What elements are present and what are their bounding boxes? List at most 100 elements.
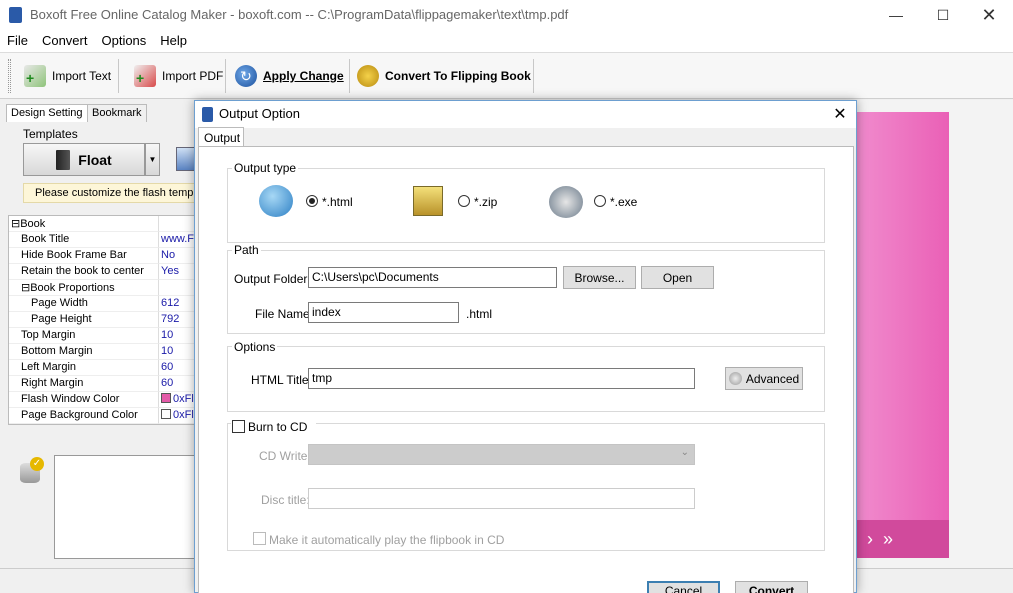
radio-exe-label: *.exe bbox=[610, 195, 637, 209]
import-pdf-label: Import PDF bbox=[162, 69, 223, 83]
burn-cd-checkbox[interactable] bbox=[232, 420, 245, 433]
tab-output[interactable]: Output bbox=[198, 127, 244, 147]
import-pdf-button[interactable]: + Import PDF bbox=[134, 59, 223, 93]
property-row[interactable]: ⊟Book bbox=[9, 216, 199, 232]
property-row[interactable]: Book Titlewww.F bbox=[9, 232, 199, 248]
dialog-app-icon bbox=[202, 107, 213, 122]
html-title-input[interactable]: tmp bbox=[308, 368, 695, 389]
property-value[interactable] bbox=[159, 216, 199, 232]
template-dropdown-button[interactable]: ▼ bbox=[145, 143, 160, 176]
menu-file[interactable]: File bbox=[0, 30, 35, 52]
property-value[interactable]: 792 bbox=[159, 312, 199, 328]
toolbar: + Import Text + Import PDF ↻ Apply Chang… bbox=[0, 52, 1013, 99]
property-key: Right Margin bbox=[9, 376, 159, 392]
property-value[interactable]: 10 bbox=[159, 344, 199, 360]
property-value[interactable]: 10 bbox=[159, 328, 199, 344]
open-button[interactable]: Open bbox=[641, 266, 714, 289]
tab-design-setting[interactable]: Design Setting bbox=[6, 104, 88, 122]
advanced-label: Advanced bbox=[746, 372, 799, 386]
menu-help[interactable]: Help bbox=[153, 30, 194, 52]
property-key: Hide Book Frame Bar bbox=[9, 248, 159, 264]
property-row[interactable]: Top Margin10 bbox=[9, 328, 199, 344]
refresh-icon: ↻ bbox=[235, 65, 257, 87]
property-value[interactable]: Yes bbox=[159, 264, 199, 280]
import-text-label: Import Text bbox=[52, 69, 111, 83]
property-row[interactable]: Page Width612 bbox=[9, 296, 199, 312]
browse-button[interactable]: Browse... bbox=[563, 266, 636, 289]
close-window-button[interactable]: ✕ bbox=[966, 0, 1012, 30]
property-value[interactable]: www.F bbox=[159, 232, 199, 248]
output-folder-input[interactable]: C:\Users\pc\Documents bbox=[308, 267, 557, 288]
import-text-button[interactable]: + Import Text bbox=[24, 59, 111, 93]
property-value[interactable]: 0xFl bbox=[159, 392, 199, 408]
radio-html-label[interactable]: *.html bbox=[322, 195, 353, 209]
toolbar-separator bbox=[118, 59, 119, 93]
radio-exe[interactable] bbox=[594, 195, 606, 207]
property-row[interactable]: Flash Window Color0xFl bbox=[9, 392, 199, 408]
autoplay-checkbox[interactable] bbox=[253, 532, 266, 545]
property-value[interactable] bbox=[159, 280, 199, 296]
dialog-body: Output type *.html *.zip *.exe Path Outp… bbox=[198, 146, 854, 593]
property-key: Top Margin bbox=[9, 328, 159, 344]
property-key: ⊟Book bbox=[9, 216, 159, 232]
property-row[interactable]: Bottom Margin10 bbox=[9, 344, 199, 360]
property-value[interactable]: 0xFl bbox=[159, 408, 199, 424]
property-row[interactable]: Page Height792 bbox=[9, 312, 199, 328]
property-value[interactable]: 60 bbox=[159, 360, 199, 376]
property-key: Page Width bbox=[9, 296, 159, 312]
property-row[interactable]: ⊟Book Proportions bbox=[9, 280, 199, 296]
template-float-button[interactable]: Float bbox=[23, 143, 145, 176]
property-key: Page Height bbox=[9, 312, 159, 328]
title-bar: Boxoft Free Online Catalog Maker - boxof… bbox=[0, 0, 1013, 30]
property-row[interactable]: Right Margin60 bbox=[9, 376, 199, 392]
property-value[interactable]: 60 bbox=[159, 376, 199, 392]
autoplay-label: Make it automatically play the flipbook … bbox=[269, 533, 504, 547]
property-key: Book Title bbox=[9, 232, 159, 248]
property-key: ⊟Book Proportions bbox=[9, 280, 159, 296]
cd-writer-select[interactable]: ⌄ bbox=[308, 444, 695, 465]
file-extension: .html bbox=[466, 307, 492, 321]
advanced-icon bbox=[729, 372, 742, 385]
convert-flipping-book-button[interactable]: Convert To Flipping Book bbox=[357, 59, 531, 93]
tab-bookmark[interactable]: Bookmark bbox=[87, 104, 147, 122]
convert-button[interactable]: Convert bbox=[735, 581, 808, 593]
radio-html[interactable] bbox=[306, 195, 318, 207]
globe-icon bbox=[259, 185, 293, 217]
advanced-button[interactable]: Advanced bbox=[725, 367, 803, 390]
property-row[interactable]: Hide Book Frame BarNo bbox=[9, 248, 199, 264]
save-template-icon[interactable] bbox=[176, 147, 196, 171]
minimize-button[interactable]: — bbox=[873, 0, 919, 30]
radio-zip-label: *.zip bbox=[474, 195, 497, 209]
dialog-close-button[interactable]: ✕ bbox=[827, 103, 853, 125]
menu-options[interactable]: Options bbox=[94, 30, 153, 52]
menu-convert[interactable]: Convert bbox=[35, 30, 95, 52]
maximize-button[interactable]: ☐ bbox=[920, 0, 966, 30]
template-name: Float bbox=[78, 152, 111, 168]
output-type-group bbox=[227, 168, 825, 243]
property-row[interactable]: Left Margin60 bbox=[9, 360, 199, 376]
property-row[interactable]: Page Background Color0xFl bbox=[9, 408, 199, 424]
property-key: Left Margin bbox=[9, 360, 159, 376]
dialog-title: Output Option bbox=[219, 106, 300, 121]
toolbar-separator bbox=[225, 59, 226, 93]
apply-change-button[interactable]: ↻ Apply Change bbox=[235, 59, 344, 93]
template-hint: Please customize the flash template bbox=[23, 183, 200, 203]
preview-nav-bar: › » bbox=[857, 520, 949, 558]
cancel-button[interactable]: Cancel bbox=[647, 581, 720, 593]
output-type-label: Output type bbox=[232, 161, 298, 175]
file-name-input[interactable]: index bbox=[308, 302, 459, 323]
burn-cd-label[interactable]: Burn to CD bbox=[248, 420, 307, 434]
output-option-dialog: Output Option ✕ Output Output type *.htm… bbox=[194, 100, 857, 593]
options-label: Options bbox=[232, 340, 277, 354]
property-value[interactable]: No bbox=[159, 248, 199, 264]
property-value[interactable]: 612 bbox=[159, 296, 199, 312]
last-page-icon[interactable]: » bbox=[883, 529, 893, 550]
next-page-icon[interactable]: › bbox=[867, 529, 873, 550]
radio-zip[interactable] bbox=[458, 195, 470, 207]
property-table: ⊟BookBook Titlewww.FHide Book Frame BarN… bbox=[8, 215, 200, 425]
property-key: Bottom Margin bbox=[9, 344, 159, 360]
toolbar-separator bbox=[533, 59, 534, 93]
disc-title-input[interactable] bbox=[308, 488, 695, 509]
convert-flipping-book-label: Convert To Flipping Book bbox=[385, 69, 531, 83]
property-row[interactable]: Retain the book to centerYes bbox=[9, 264, 199, 280]
